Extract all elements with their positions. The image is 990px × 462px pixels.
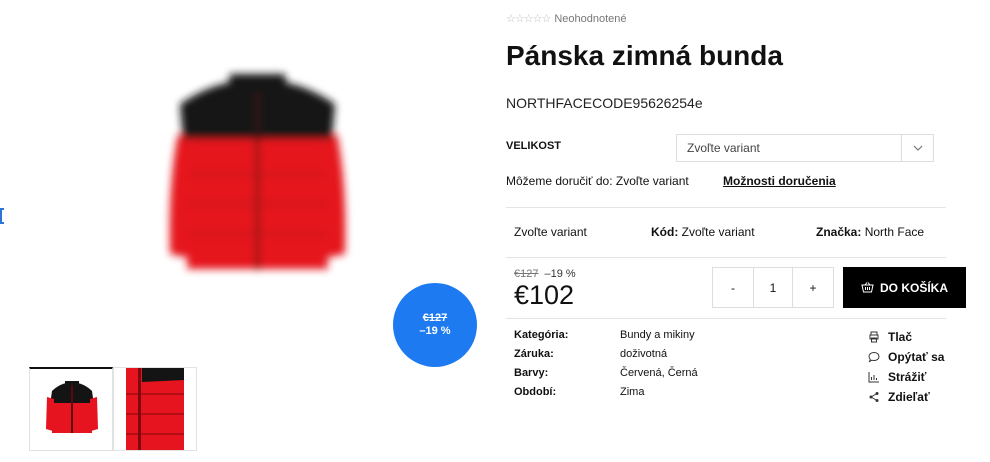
- rating[interactable]: ☆☆☆☆☆ Neohodnotené: [506, 12, 627, 26]
- variant-row: VELIKOST Zvoľte variant: [506, 134, 946, 162]
- quantity-decrease-button[interactable]: -: [713, 268, 753, 307]
- product-code: NORTHFACECODE95626254e: [506, 95, 703, 111]
- print-label: Tlač: [888, 330, 913, 344]
- code-info: Kód: Zvoľte variant: [651, 225, 755, 239]
- carousel-edge-indicator[interactable]: [0, 208, 4, 224]
- meta-key: Záruka:: [514, 348, 554, 360]
- basket-icon: [861, 282, 874, 293]
- meta-value: Červená, Černá: [620, 367, 698, 379]
- share-button[interactable]: Zdieľať: [868, 387, 944, 407]
- badge-old-price: €127: [422, 312, 448, 324]
- thumbnail-detail[interactable]: [113, 367, 197, 451]
- brand-info: Značka: North Face: [816, 225, 924, 239]
- chat-icon: [868, 351, 880, 363]
- variant-select-value: Zvoľte variant: [687, 141, 760, 155]
- rating-stars-icon: ☆☆☆☆☆: [506, 13, 551, 25]
- product-gallery: €127 –19 %: [0, 0, 490, 462]
- ask-label: Opýtať sa: [888, 350, 945, 364]
- print-icon: [869, 331, 879, 343]
- divider: [506, 257, 946, 258]
- watch-label: Strážiť: [888, 370, 927, 384]
- delivery-options-link[interactable]: Možnosti doručenia: [723, 174, 836, 188]
- thumbnail-front[interactable]: [29, 367, 113, 451]
- meta-key: Kategória:: [514, 329, 569, 341]
- print-button[interactable]: Tlač: [868, 327, 944, 347]
- current-price: €102: [514, 280, 575, 310]
- meta-value: Zima: [620, 386, 645, 398]
- code-info-value: Zvoľte variant: [681, 225, 755, 239]
- meta-value[interactable]: Bundy a mikiny: [620, 329, 695, 341]
- thumbnail-strip: [29, 367, 197, 451]
- old-price: €127: [514, 268, 539, 280]
- product-title: Pánska zimná bunda: [506, 40, 783, 71]
- code-info-label: Kód:: [651, 225, 679, 239]
- chart-icon: [868, 372, 879, 383]
- delivery-text: Môžeme doručiť do: Zvoľte variant: [506, 174, 689, 188]
- meta-value: doživotná: [620, 348, 668, 360]
- old-price-line: €127 –19 %: [514, 268, 576, 280]
- discount-percent: –19 %: [544, 268, 576, 280]
- discount-badge: €127 –19 %: [393, 283, 477, 367]
- divider: [506, 318, 946, 319]
- badge-discount: –19 %: [419, 325, 451, 337]
- meta-key: Období:: [514, 386, 557, 398]
- product-actions: Tlač Opýtať sa Strážiť Zdieľať: [868, 327, 944, 407]
- watch-button[interactable]: Strážiť: [868, 367, 944, 387]
- quantity-increase-button[interactable]: +: [793, 268, 833, 307]
- meta-key: Barvy:: [514, 367, 549, 379]
- variant-label: VELIKOST: [506, 140, 562, 152]
- brand-info-label: Značka:: [816, 225, 862, 239]
- rating-text: Neohodnotené: [554, 12, 627, 25]
- quantity-stepper: - 1 +: [712, 267, 834, 308]
- share-icon: [869, 392, 879, 402]
- quantity-input[interactable]: 1: [753, 268, 793, 307]
- add-to-cart-button[interactable]: DO KOŠÍKA: [843, 267, 966, 308]
- ask-button[interactable]: Opýtať sa: [868, 347, 944, 367]
- chevron-down-icon: [901, 135, 933, 161]
- brand-info-value[interactable]: North Face: [865, 225, 924, 239]
- product-main-image[interactable]: [150, 64, 365, 284]
- divider: [506, 207, 946, 208]
- share-label: Zdieľať: [888, 390, 930, 404]
- add-to-cart-label: DO KOŠÍKA: [879, 280, 948, 295]
- variant-select[interactable]: Zvoľte variant: [676, 134, 934, 162]
- availability-text: Zvoľte variant: [514, 225, 587, 239]
